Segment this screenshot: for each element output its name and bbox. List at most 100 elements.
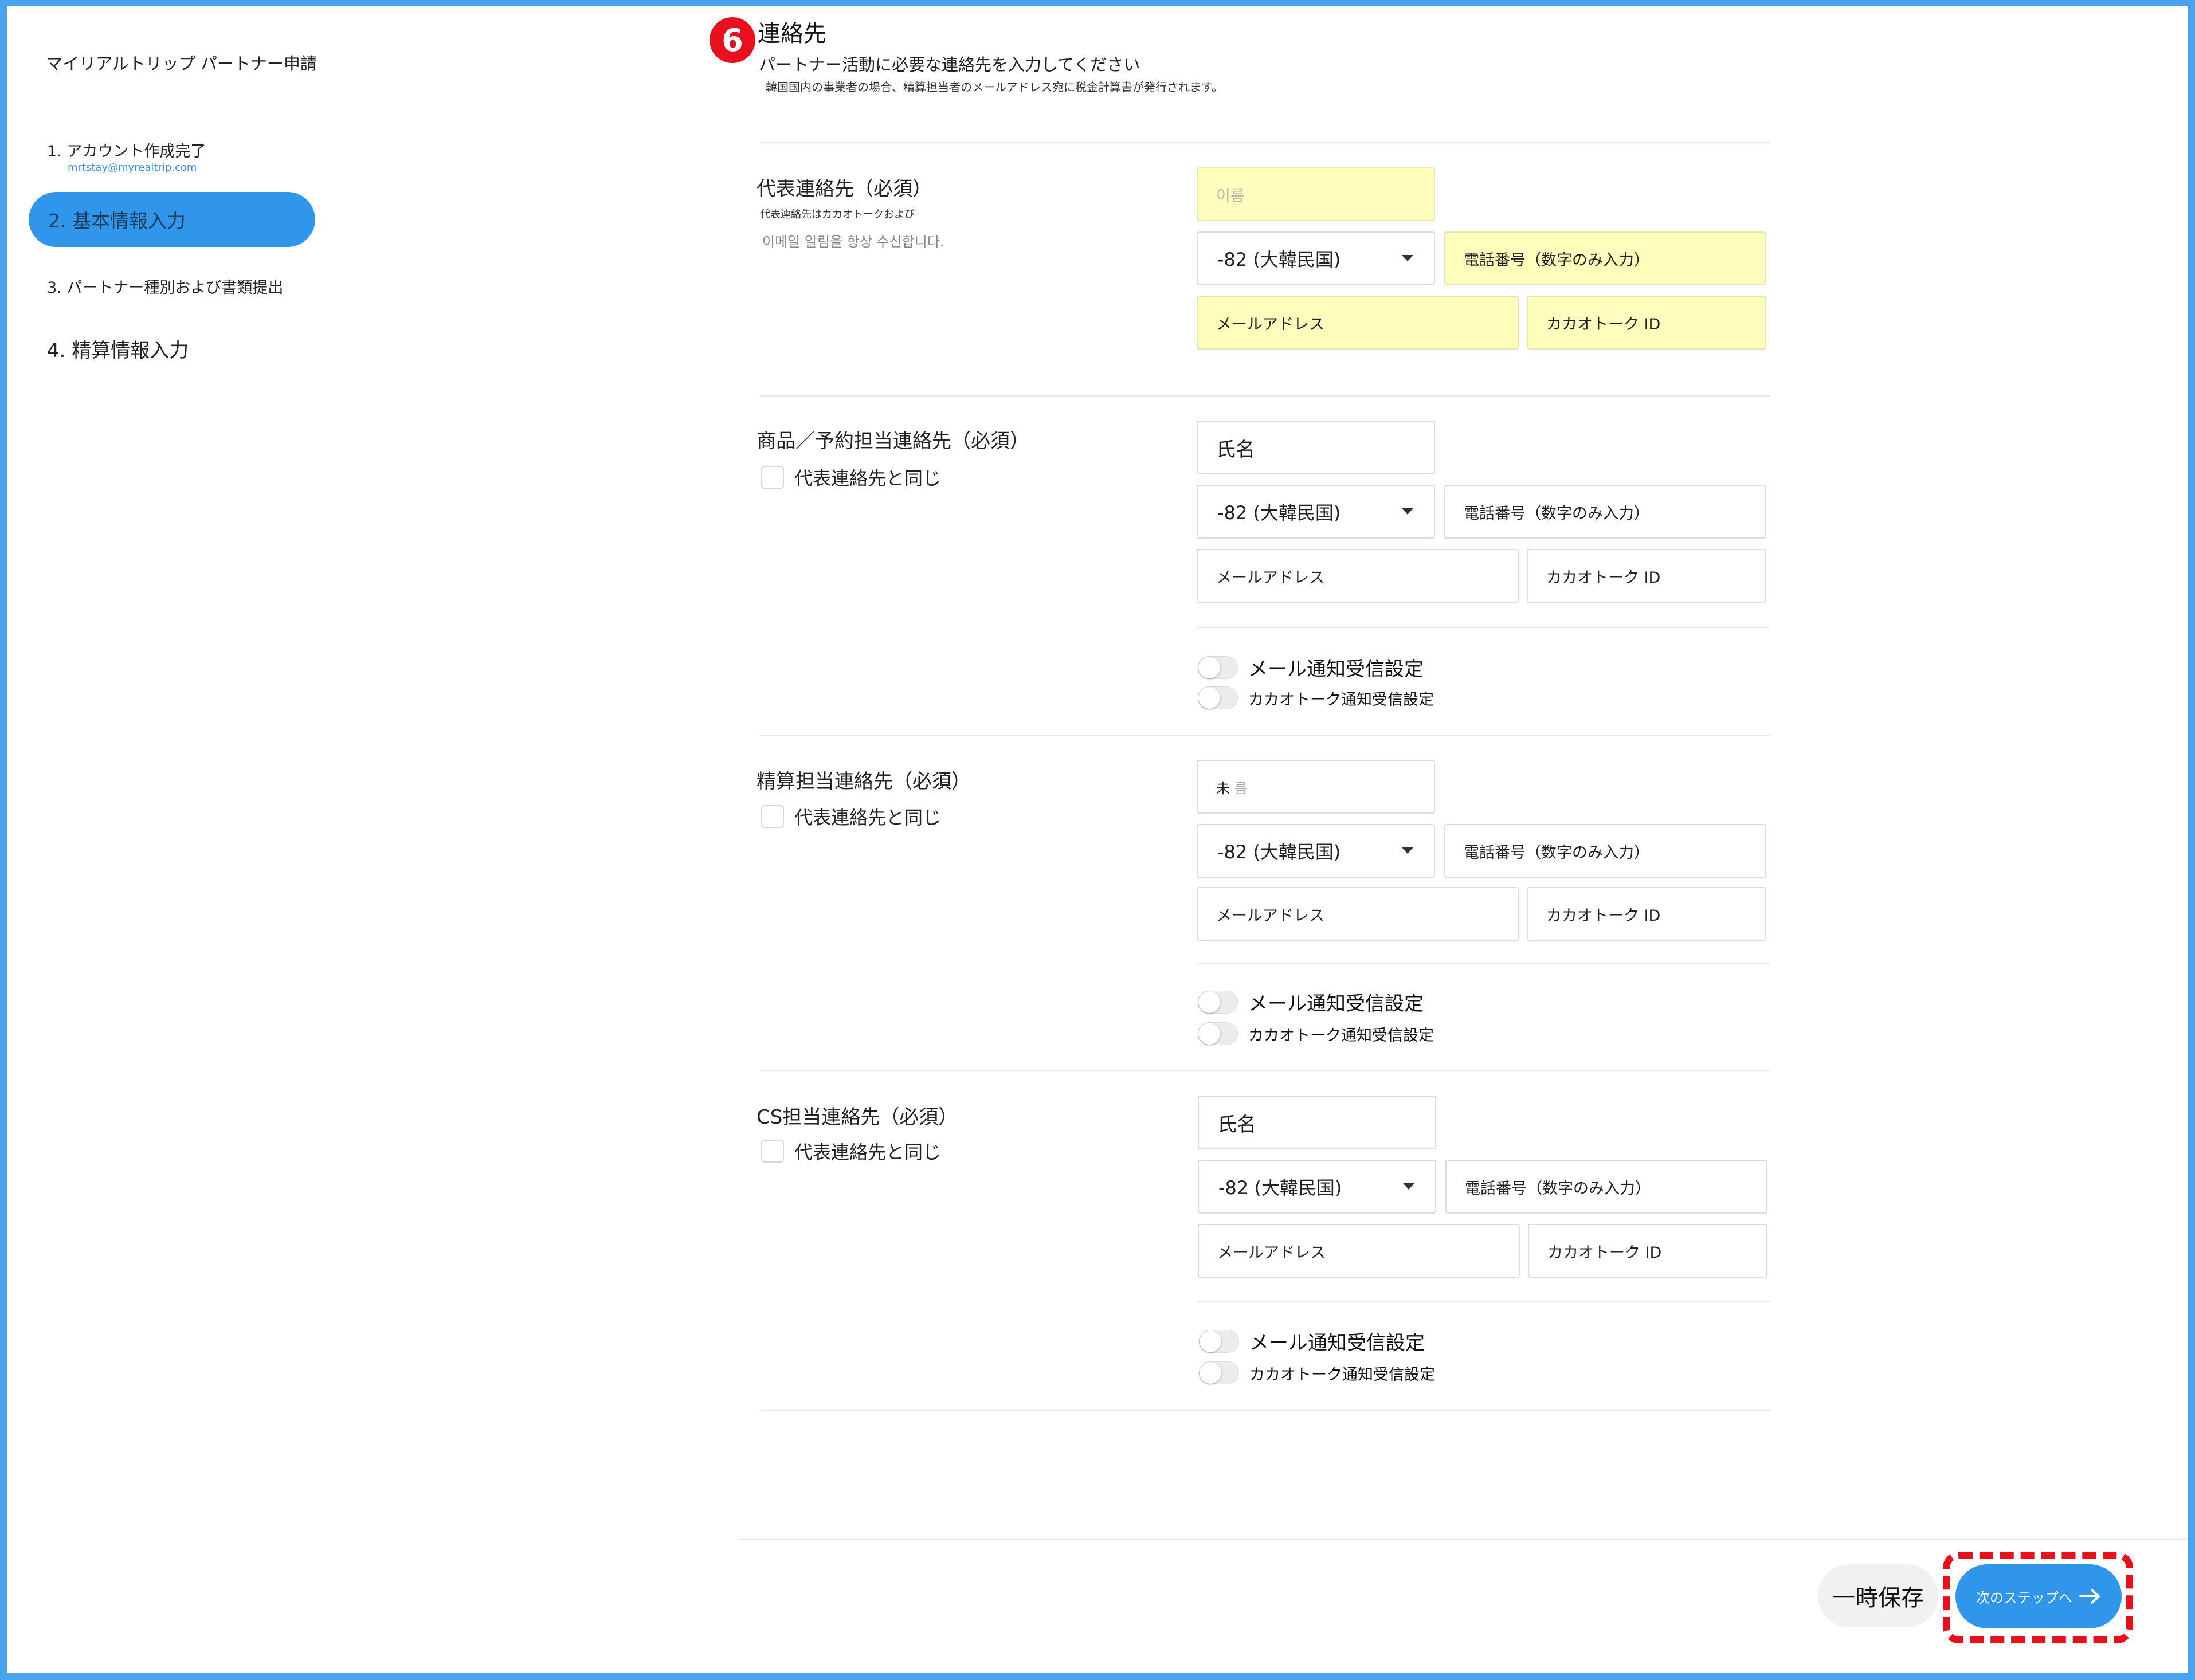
next-step-button[interactable]: 次のステップへ — [1955, 1564, 2122, 1628]
settlement-email-input[interactable]: メールアドレス — [1197, 887, 1519, 941]
settlement-email-notify-toggle[interactable] — [1198, 990, 1238, 1014]
temporary-save-button[interactable]: 一時保存 — [1818, 1564, 1938, 1627]
main-name-placeholder: 이름 — [1216, 187, 1245, 205]
cs-name-value: 氏名 — [1217, 1113, 1256, 1136]
step-1-account-created[interactable]: 1. アカウント作成完了 — [47, 139, 206, 161]
section-subtitle: パートナー活動に必要な連絡先を入力してください — [759, 55, 1140, 74]
chevron-down-icon — [1402, 508, 1413, 515]
cs-name-input[interactable]: 氏名 — [1198, 1096, 1436, 1149]
settlement-email-notify-row[interactable]: メール通知受信設定 — [1198, 988, 1424, 1016]
main-contact-note-2: 이메일 알림을 항상 수신합니다. — [762, 234, 944, 250]
cs-email-input[interactable]: メールアドレス — [1198, 1224, 1520, 1278]
settlement-kakao-notify-label: カカオトーク通知受信設定 — [1248, 1026, 1434, 1045]
main-contact-label: 代表連絡先（必須） — [757, 178, 932, 201]
product-email-notify-row[interactable]: メール通知受信設定 — [1198, 653, 1424, 681]
divider — [760, 142, 1770, 143]
product-phone-placeholder: 電話番号（数字のみ入力） — [1464, 504, 1649, 523]
section-note: 韓国国内の事業者の場合、精算担当者のメールアドレス宛に税金計算書が発行されます。 — [766, 80, 1223, 94]
main-kakao-input[interactable]: カカオトーク ID — [1527, 296, 1766, 350]
cs-country-select[interactable]: -82 (大韓民国) — [1198, 1160, 1436, 1214]
product-kakao-notify-toggle[interactable] — [1198, 686, 1238, 709]
product-name-value: 氏名 — [1216, 438, 1255, 461]
product-same-checkbox[interactable] — [761, 466, 784, 489]
step-3-partner-type[interactable]: 3. パートナー種別および書類提出 — [47, 275, 283, 297]
main-email-input[interactable]: メールアドレス — [1197, 296, 1519, 350]
step-2-basic-info-active[interactable]: 2. 基本情報入力 — [29, 192, 315, 247]
toggle-knob — [1200, 1330, 1221, 1352]
settlement-kakao-notify-toggle[interactable] — [1198, 1022, 1238, 1045]
product-kakao-input[interactable]: カカオトーク ID — [1527, 549, 1766, 603]
arrow-right-icon — [2079, 1589, 2100, 1604]
main-phone-placeholder: 電話番号（数字のみ入力） — [1464, 251, 1649, 269]
toggle-knob — [1198, 656, 1220, 678]
product-contact-label: 商品／予約担当連絡先（必須） — [757, 430, 1029, 453]
settlement-email-placeholder: メールアドレス — [1216, 906, 1324, 925]
product-country-value: -82 (大韓民国) — [1217, 502, 1341, 524]
product-name-input[interactable]: 氏名 — [1197, 421, 1435, 474]
chevron-down-icon — [1402, 847, 1413, 854]
footer-divider — [739, 1539, 2188, 1540]
divider — [1197, 963, 1770, 964]
product-email-placeholder: メールアドレス — [1216, 568, 1324, 587]
settlement-phone-placeholder: 電話番号（数字のみ入力） — [1464, 843, 1649, 862]
window-frame — [0, 0, 2195, 1680]
main-kakao-placeholder: カカオトーク ID — [1546, 315, 1661, 333]
cs-same-as-main[interactable]: 代表連絡先と同じ — [761, 1138, 941, 1164]
product-kakao-notify-row[interactable]: カカオトーク通知受信設定 — [1198, 686, 1434, 709]
step-2-label: 2. 基本情報入力 — [48, 210, 186, 232]
cs-contact-label: CS担当連絡先（必須） — [757, 1106, 958, 1129]
settlement-phone-input[interactable]: 電話番号（数字のみ入力） — [1444, 824, 1766, 878]
cs-email-notify-toggle[interactable] — [1199, 1329, 1239, 1353]
settlement-kakao-placeholder: カカオトーク ID — [1546, 906, 1661, 925]
settlement-email-notify-label: メール通知受信設定 — [1248, 992, 1424, 1015]
product-email-input[interactable]: メールアドレス — [1197, 549, 1519, 603]
cs-email-placeholder: メールアドレス — [1217, 1243, 1326, 1262]
next-step-label: 次のステップへ — [1976, 1589, 2072, 1606]
product-phone-input[interactable]: 電話番号（数字のみ入力） — [1444, 485, 1766, 539]
app-title: マイリアルトリップ パートナー申請 — [46, 54, 317, 73]
main-name-input[interactable]: 이름 — [1197, 167, 1435, 221]
cs-kakao-input[interactable]: カカオトーク ID — [1528, 1224, 1767, 1278]
settlement-same-as-main[interactable]: 代表連絡先と同じ — [761, 803, 941, 830]
divider — [1197, 627, 1770, 628]
cs-kakao-notify-toggle[interactable] — [1199, 1361, 1239, 1384]
divider — [760, 1410, 1770, 1411]
main-phone-input[interactable]: 電話番号（数字のみ入力） — [1444, 231, 1766, 285]
settlement-same-label: 代表連絡先と同じ — [794, 807, 942, 829]
toggle-knob — [1198, 991, 1220, 1013]
cs-kakao-notify-row[interactable]: カカオトーク通知受信設定 — [1199, 1361, 1435, 1384]
cs-phone-input[interactable]: 電話番号（数字のみ入力） — [1445, 1160, 1767, 1214]
product-kakao-placeholder: カカオトーク ID — [1546, 568, 1661, 587]
settlement-same-checkbox[interactable] — [761, 805, 784, 828]
product-same-as-main[interactable]: 代表連絡先と同じ — [761, 464, 941, 490]
divider — [760, 1070, 1770, 1071]
divider — [760, 735, 1770, 736]
step-number-badge: 6 — [710, 17, 755, 63]
toggle-knob — [1198, 687, 1220, 709]
chevron-down-icon — [1402, 255, 1413, 261]
step-4-settlement-info[interactable]: 4. 精算情報入力 — [47, 335, 189, 363]
main-country-select[interactable]: -82 (大韓民国) — [1197, 231, 1435, 285]
settlement-kakao-input[interactable]: カカオトーク ID — [1527, 887, 1766, 941]
toggle-knob — [1198, 1023, 1220, 1045]
divider — [760, 395, 1770, 397]
cs-kakao-placeholder: カカオトーク ID — [1547, 1243, 1662, 1262]
product-country-select[interactable]: -82 (大韓民国) — [1197, 485, 1435, 539]
cs-same-checkbox[interactable] — [761, 1140, 784, 1163]
toggle-knob — [1200, 1362, 1221, 1384]
settlement-country-select[interactable]: -82 (大韓民国) — [1197, 824, 1435, 878]
product-email-notify-label: メール通知受信設定 — [1248, 658, 1424, 681]
main-contact-note-1: 代表連絡先はカカオトークおよび — [760, 209, 915, 221]
settlement-country-value: -82 (大韓民国) — [1217, 841, 1341, 863]
settlement-name-input[interactable]: 未 름 — [1197, 760, 1435, 814]
cs-email-notify-row[interactable]: メール通知受信設定 — [1199, 1327, 1425, 1355]
settlement-name-prefix: 未 — [1216, 780, 1230, 796]
main-email-placeholder: メールアドレス — [1216, 315, 1324, 333]
cs-same-label: 代表連絡先と同じ — [794, 1141, 942, 1163]
settlement-kakao-notify-row[interactable]: カカオトーク通知受信設定 — [1198, 1022, 1434, 1045]
chevron-down-icon — [1403, 1183, 1414, 1190]
step-1-email: mrtstay@myrealtrip.com — [68, 162, 197, 174]
product-kakao-notify-label: カカオトーク通知受信設定 — [1248, 690, 1434, 709]
settlement-name-placeholder: 름 — [1234, 780, 1248, 796]
product-email-notify-toggle[interactable] — [1198, 655, 1238, 679]
